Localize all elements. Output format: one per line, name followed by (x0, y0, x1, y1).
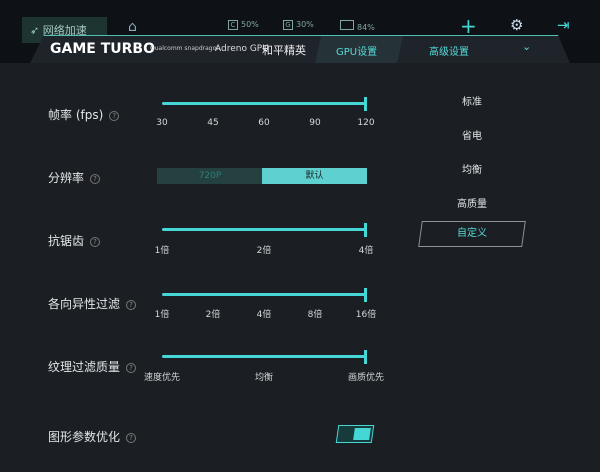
aa-label: 抗锯齿? (48, 232, 101, 249)
preset-balanced[interactable]: 均衡 (420, 161, 524, 176)
settings-panel (0, 63, 600, 472)
rocket-icon: ➶ (30, 24, 43, 37)
fps-tick-label: 45 (207, 118, 219, 128)
graphics-opt-toggle[interactable] (335, 425, 375, 443)
help-icon: ? (126, 433, 137, 443)
cpu-stat: C 50% (228, 20, 259, 30)
gear-icon[interactable]: ⚙ (510, 16, 523, 34)
fps-tick-label: 120 (357, 118, 375, 128)
preset-standard[interactable]: 标准 (420, 93, 524, 108)
resolution-option-720p[interactable]: 720P (157, 168, 263, 184)
aa-slider-handle[interactable] (364, 223, 367, 237)
resolution-label: 分辨率? (48, 169, 101, 186)
aniso-slider[interactable] (162, 293, 366, 296)
app-title: GAME TURBO (50, 41, 155, 57)
aniso-tick-label: 8倍 (307, 310, 323, 320)
aniso-label: 各向异性过滤? (48, 295, 137, 312)
aniso-tick-label: 16倍 (355, 310, 377, 320)
game-name: 和平精英 (262, 44, 306, 57)
aniso-tick-label: 1倍 (154, 310, 170, 320)
aa-tick-label: 2倍 (256, 246, 272, 256)
help-icon: ? (126, 300, 137, 310)
fps-tick-label: 90 (309, 118, 321, 128)
help-icon: ? (90, 174, 101, 184)
fps-slider-handle[interactable] (364, 97, 367, 111)
toggle-knob (353, 428, 371, 440)
fps-slider[interactable] (162, 102, 366, 105)
preset-high-quality[interactable]: 高质量 (420, 195, 524, 210)
header-bar: GAME TURBO Qualcomm snapdragon Adreno GP… (30, 35, 570, 63)
fps-tick-label: 60 (258, 118, 270, 128)
graphics-opt-label: 图形参数优化? (48, 428, 137, 445)
texture-tick-label: 均衡 (254, 373, 274, 383)
fps-label: 帧率 (fps)? (48, 106, 120, 123)
gift-icon[interactable]: ⌂ (128, 19, 137, 35)
aa-tick-label: 4倍 (358, 246, 374, 256)
qualcomm-logo: Qualcomm snapdragon (150, 45, 221, 52)
fps-tick-label: 30 (156, 118, 168, 128)
texture-tick-label: 画质优先 (347, 373, 385, 383)
chevron-down-icon[interactable]: ⌄ (522, 40, 531, 53)
plus-icon[interactable]: + (460, 14, 477, 38)
resolution-option-default[interactable]: 默认 (262, 168, 367, 184)
exit-icon[interactable]: ⇥ (557, 16, 570, 34)
tab-advanced-settings[interactable]: 高级设置 (429, 43, 469, 58)
help-icon: ? (109, 111, 120, 121)
texture-label: 纹理过滤质量? (48, 358, 137, 375)
tab-gpu-settings[interactable]: GPU设置 (336, 43, 377, 58)
preset-power-save[interactable]: 省电 (420, 127, 524, 142)
aa-tick-label: 1倍 (154, 246, 170, 256)
battery-icon (340, 20, 354, 30)
preset-custom[interactable]: 自定义 (418, 221, 526, 247)
texture-slider[interactable] (162, 355, 366, 358)
aniso-slider-handle[interactable] (364, 288, 367, 302)
gpu-stat: G 30% (283, 20, 314, 30)
texture-slider-handle[interactable] (364, 350, 367, 364)
help-icon: ? (90, 237, 101, 247)
aa-slider[interactable] (162, 228, 366, 231)
gpu-label: Adreno GPU (215, 44, 269, 54)
aniso-tick-label: 2倍 (205, 310, 221, 320)
aniso-tick-label: 4倍 (256, 310, 272, 320)
help-icon: ? (126, 363, 137, 373)
texture-tick-label: 速度优先 (143, 373, 181, 383)
battery-stat: 84% (340, 20, 375, 32)
